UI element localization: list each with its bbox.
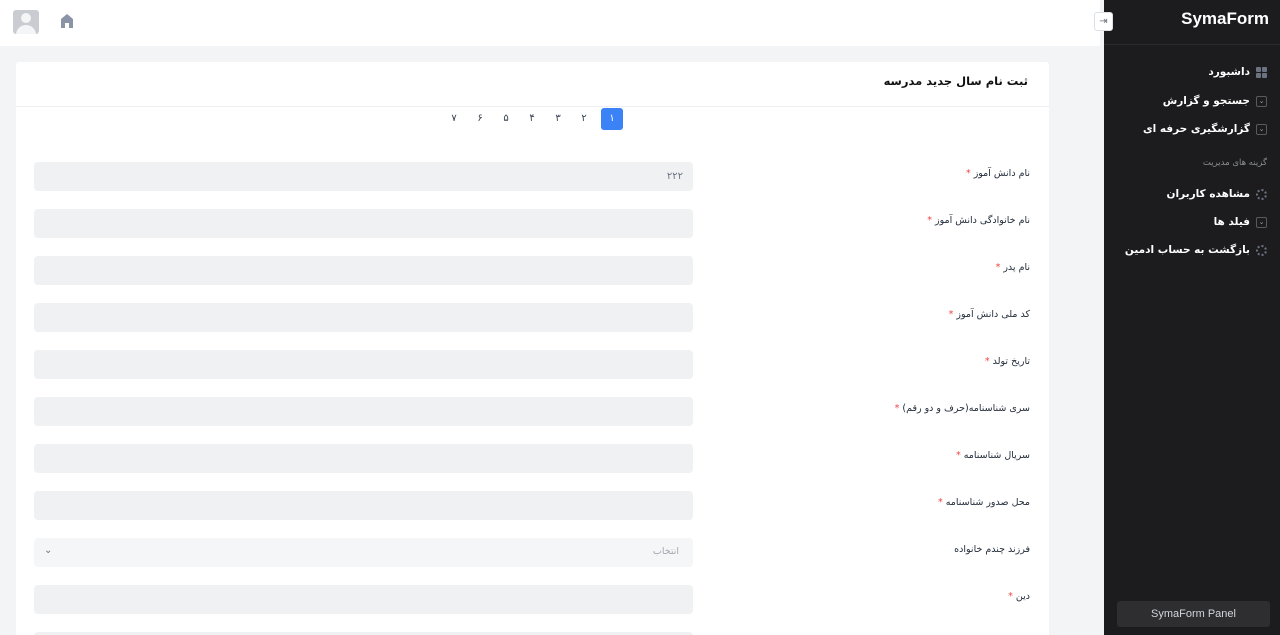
- section-label-admin: گزینه های مدیریت: [1202, 158, 1267, 168]
- step-3[interactable]: ۳: [545, 108, 571, 130]
- gear-icon: [1256, 244, 1267, 256]
- home-icon[interactable]: [59, 12, 75, 30]
- step-1[interactable]: ۱: [601, 108, 623, 130]
- form-row-religion: دین*: [16, 585, 1049, 615]
- field-label: دین*: [1008, 591, 1030, 602]
- brand-logo: SymaForm: [1181, 9, 1269, 28]
- sidebar-item-label: گزارشگیری حرفه ای: [1142, 123, 1250, 135]
- sidebar-item-view-users[interactable]: مشاهده کاربران: [1104, 184, 1280, 204]
- field-label: کد ملی دانش آموز*: [948, 309, 1030, 320]
- id-series-field[interactable]: [34, 397, 693, 426]
- sidebar-item-back-to-admin[interactable]: بازگشت به حساب ادمین: [1104, 240, 1280, 260]
- gear-icon: [1256, 188, 1267, 200]
- father-name-field[interactable]: [34, 256, 693, 285]
- chevron-down-icon: ⌄: [1256, 123, 1267, 135]
- chevron-down-icon: ⌄: [44, 545, 53, 556]
- national-id-field[interactable]: [34, 303, 693, 332]
- sidebar-item-fields[interactable]: ⌄ فیلد ها: [1104, 212, 1280, 232]
- chevron-down-icon: ⌄: [1256, 216, 1267, 228]
- sidebar-item-dashboard[interactable]: داشبورد: [1104, 62, 1280, 82]
- top-bar: [0, 0, 1100, 46]
- form-row-id-serial: سریال شناسنامه*: [16, 444, 1049, 474]
- collapse-sidebar-icon[interactable]: ⇥: [1094, 12, 1113, 31]
- user-avatar-icon[interactable]: [13, 10, 39, 34]
- field-label: تاریخ تولد*: [984, 356, 1030, 367]
- field-label: فرزند چندم خانواده: [954, 544, 1030, 555]
- step-5[interactable]: ۵: [493, 108, 519, 130]
- form-row-father-name: نام پدر*: [16, 256, 1049, 286]
- field-label: سری شناسنامه(حرف و دو رقم)*: [894, 403, 1030, 414]
- form-row-child-order: فرزند چندم خانواده انتخاب ⌄: [16, 538, 1049, 568]
- divider: [1104, 44, 1280, 45]
- birth-date-field[interactable]: [34, 350, 693, 379]
- field-label: نام پدر*: [995, 262, 1030, 273]
- child-order-select[interactable]: انتخاب ⌄: [34, 538, 693, 567]
- form-row-national-id: کد ملی دانش آموز*: [16, 303, 1049, 333]
- form-row-id-series: سری شناسنامه(حرف و دو رقم)*: [16, 397, 1049, 427]
- form-card: ثبت نام سال جدید مدرسه ۱ ۲ ۳ ۴ ۵ ۶ ۷ نام…: [16, 62, 1049, 635]
- student-name-field[interactable]: [34, 162, 693, 191]
- divider: [16, 106, 1049, 107]
- panel-button[interactable]: SymaForm Panel: [1117, 601, 1270, 627]
- form-row-birth-date: تاریخ تولد*: [16, 350, 1049, 380]
- sidebar-item-label: داشبورد: [1208, 66, 1250, 78]
- form-row-student-lastname: نام خانوادگی دانش آموز*: [16, 209, 1049, 239]
- field-label: سریال شناسنامه*: [955, 450, 1030, 461]
- sidebar: SymaForm داشبورد ⌄ جستجو و گزارش ⌄ گزارش…: [1104, 0, 1280, 635]
- issue-place-field[interactable]: [34, 491, 693, 520]
- sidebar-item-label: جستجو و گزارش: [1162, 95, 1250, 107]
- grid-icon: [1256, 66, 1267, 78]
- sidebar-item-label: فیلد ها: [1213, 216, 1250, 228]
- select-placeholder: انتخاب: [652, 546, 679, 557]
- step-2[interactable]: ۲: [571, 108, 597, 130]
- chevron-down-icon: ⌄: [1256, 95, 1267, 107]
- form-row-issue-place: محل صدور شناسنامه*: [16, 491, 1049, 521]
- step-7[interactable]: ۷: [441, 108, 467, 130]
- field-label: محل صدور شناسنامه*: [937, 497, 1030, 508]
- student-lastname-field[interactable]: [34, 209, 693, 238]
- religion-field[interactable]: [34, 585, 693, 614]
- page-title: ثبت نام سال جدید مدرسه: [883, 74, 1028, 88]
- step-4[interactable]: ۴: [519, 108, 545, 130]
- field-label: نام دانش آموز*: [965, 168, 1030, 179]
- step-pagination: ۱ ۲ ۳ ۴ ۵ ۶ ۷: [441, 108, 623, 130]
- sidebar-item-label: مشاهده کاربران: [1166, 188, 1250, 200]
- form-row-student-name: نام دانش آموز*: [16, 162, 1049, 192]
- sidebar-item-pro-reporting[interactable]: ⌄ گزارشگیری حرفه ای: [1104, 119, 1280, 139]
- sidebar-item-search-report[interactable]: ⌄ جستجو و گزارش: [1104, 91, 1280, 111]
- field-label: نام خانوادگی دانش آموز*: [927, 215, 1030, 226]
- step-6[interactable]: ۶: [467, 108, 493, 130]
- sidebar-item-label: بازگشت به حساب ادمین: [1124, 244, 1250, 256]
- id-serial-field[interactable]: [34, 444, 693, 473]
